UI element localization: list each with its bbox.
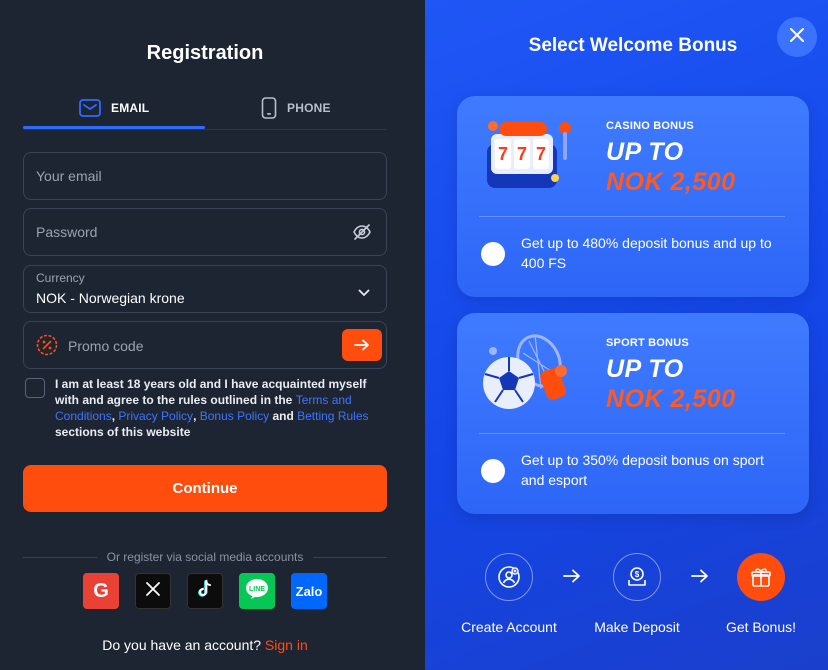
agreement-checkbox[interactable]	[25, 378, 45, 398]
zalo-button[interactable]: Zalo	[291, 573, 327, 609]
svg-text:7: 7	[517, 144, 527, 164]
social-title: Or register via social media accounts	[106, 550, 304, 564]
step-label: Make Deposit	[594, 619, 680, 635]
bonus-description: Get up to 480% deposit bonus and up to 4…	[521, 235, 772, 271]
bonus-policy-link[interactable]: Bonus Policy	[200, 409, 269, 423]
tab-email[interactable]: EMAIL	[79, 88, 149, 128]
user-add-icon	[485, 553, 533, 601]
tab-phone[interactable]: PHONE	[261, 88, 331, 128]
google-button[interactable]: G	[83, 573, 119, 609]
password-field[interactable]	[23, 208, 387, 256]
registration-panel: Registration EMAIL PHONE Currency NOK - …	[0, 0, 425, 670]
bonus-headline: UP TO	[606, 138, 684, 166]
email-icon	[79, 99, 101, 117]
continue-button[interactable]: Continue	[23, 465, 387, 512]
line-button[interactable]: LINE	[239, 573, 275, 609]
card-divider	[479, 433, 785, 434]
tab-email-label: EMAIL	[111, 101, 150, 115]
close-button[interactable]	[777, 17, 817, 57]
google-icon: G	[93, 579, 109, 602]
promo-icon	[36, 334, 58, 361]
gift-icon	[737, 553, 785, 601]
eye-off-icon[interactable]	[352, 222, 372, 247]
line-icon: LINE	[244, 577, 270, 606]
promo-code-placeholder[interactable]: Promo code	[68, 338, 143, 354]
sign-in-link[interactable]: Sign in	[265, 637, 308, 653]
x-icon	[145, 581, 161, 602]
privacy-link[interactable]: Privacy Policy	[118, 409, 193, 423]
currency-select[interactable]: Currency NOK - Norwegian krone	[23, 265, 387, 313]
agreement-text-part: sections of this website	[55, 425, 191, 439]
bonus-description: Get up to 350% deposit bonus on sport an…	[521, 452, 764, 488]
svg-text:LINE: LINE	[249, 586, 265, 593]
betting-rules-link[interactable]: Betting Rules	[297, 409, 368, 423]
tiktok-button[interactable]	[187, 573, 223, 609]
x-button[interactable]	[135, 573, 171, 609]
agreement-and: and	[269, 409, 298, 423]
bonus-category: SPORT BONUS	[606, 337, 689, 349]
close-icon	[789, 27, 805, 48]
password-input[interactable]	[36, 209, 336, 255]
step-create-account: Create Account	[449, 553, 569, 635]
divider-line	[313, 556, 387, 558]
bonus-amount: NOK 2,500	[606, 385, 736, 413]
step-make-deposit: $ Make Deposit	[577, 553, 697, 635]
email-field[interactable]	[23, 152, 387, 200]
currency-value: NOK - Norwegian krone	[36, 290, 185, 306]
tiktok-icon	[196, 578, 214, 604]
sport-bonus-radio[interactable]	[481, 459, 505, 483]
promo-apply-button[interactable]	[342, 329, 382, 361]
casino-bonus-radio[interactable]	[481, 242, 505, 266]
welcome-bonus-panel: Select Welcome Bonus 7 7 7 CASINO BONUS …	[425, 0, 828, 670]
svg-text:7: 7	[498, 144, 508, 164]
bonus-steps: Create Account $ Make Deposit Get Bonus!	[425, 553, 828, 653]
registration-tabs: EMAIL PHONE	[23, 88, 387, 130]
agreement-text: I am at least 18 years old and I have ac…	[55, 376, 385, 440]
slot-machine-icon: 7 7 7	[479, 114, 579, 194]
social-divider: Or register via social media accounts	[23, 549, 387, 565]
login-prompt: Do you have an account?	[102, 637, 262, 653]
promo-code-field[interactable]: Promo code	[23, 321, 387, 369]
step-label: Create Account	[461, 619, 557, 635]
casino-bonus-card[interactable]: 7 7 7 CASINO BONUS UP TO NOK 2,500 Get u…	[457, 96, 809, 297]
email-input[interactable]	[36, 153, 336, 199]
step-label: Get Bonus!	[725, 619, 797, 635]
svg-text:$: $	[635, 570, 640, 579]
soccer-ball-icon	[479, 331, 579, 411]
divider-line	[23, 556, 97, 558]
bonus-amount: NOK 2,500	[606, 168, 736, 196]
social-buttons: G LINE Zalo	[83, 573, 327, 609]
tab-phone-label: PHONE	[287, 101, 331, 115]
card-divider	[479, 216, 785, 217]
step-get-bonus: Get Bonus!	[701, 553, 821, 635]
svg-text:7: 7	[536, 144, 546, 164]
sign-in-prompt: Do you have an account? Sign in	[0, 637, 410, 653]
bonus-category: CASINO BONUS	[606, 120, 694, 132]
agreement-separator: ,	[193, 409, 200, 423]
phone-icon	[261, 97, 277, 119]
active-tab-indicator	[23, 126, 205, 129]
chevron-down-icon	[358, 284, 370, 302]
zalo-icon: Zalo	[295, 583, 323, 599]
bonus-headline: UP TO	[606, 355, 684, 383]
welcome-bonus-title: Select Welcome Bonus	[528, 35, 738, 56]
sport-bonus-card[interactable]: SPORT BONUS UP TO NOK 2,500 Get up to 35…	[457, 313, 809, 514]
currency-label: Currency	[36, 271, 85, 285]
registration-title: Registration	[146, 42, 264, 64]
deposit-icon: $	[613, 553, 661, 601]
